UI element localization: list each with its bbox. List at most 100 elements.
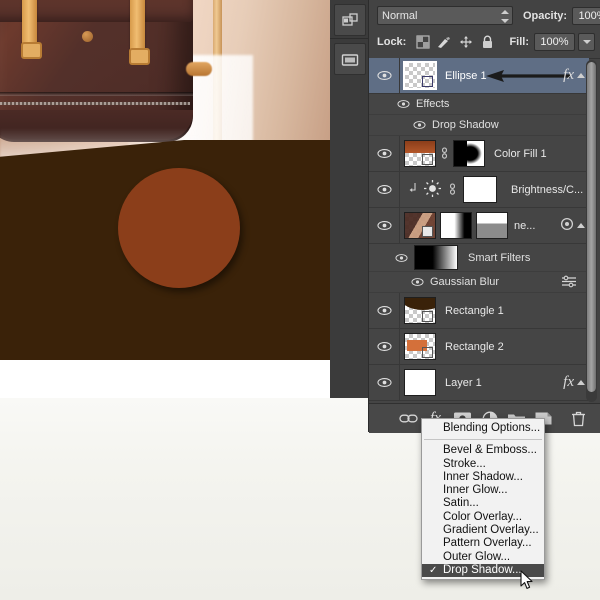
vector-badge bbox=[422, 347, 433, 358]
menu-item-inner-shadow[interactable]: Inner Shadow... bbox=[422, 471, 544, 484]
lock-image-pixels-icon[interactable] bbox=[435, 33, 454, 51]
layer-name[interactable]: Color Fill 1 bbox=[494, 148, 547, 160]
fx-icon[interactable]: fx bbox=[563, 374, 574, 391]
layers-scrollbar[interactable] bbox=[586, 60, 597, 402]
smart-filters-row[interactable]: Smart Filters bbox=[369, 244, 589, 272]
link-layers-button[interactable] bbox=[396, 408, 421, 430]
expand-effects-icon[interactable] bbox=[577, 73, 585, 78]
opacity-input[interactable]: 100% bbox=[572, 6, 600, 25]
layer-thumbnails bbox=[400, 176, 497, 203]
mask-link-icon[interactable] bbox=[447, 183, 458, 197]
layer-name[interactable]: ne... bbox=[514, 220, 535, 232]
layer-row-rectangle-1[interactable]: Rectangle 1 bbox=[369, 293, 589, 329]
layer-thumbnail[interactable] bbox=[403, 61, 437, 90]
layer-thumbnail[interactable] bbox=[404, 369, 436, 396]
menu-item-outer-glow[interactable]: Outer Glow... bbox=[422, 551, 544, 564]
menu-item-color-overlay[interactable]: Color Overlay... bbox=[422, 511, 544, 524]
layer-row-ellipse-1[interactable]: Ellipse 1 fx bbox=[369, 58, 589, 94]
fx-icon[interactable]: fx bbox=[563, 67, 574, 84]
menu-item-label: Outer Glow... bbox=[443, 550, 511, 563]
history-panel-icon[interactable] bbox=[334, 4, 366, 36]
visibility-toggle[interactable] bbox=[369, 208, 400, 243]
layer-row-layer-1[interactable]: Layer 1 fx bbox=[369, 365, 589, 401]
layer-thumbnail[interactable] bbox=[404, 333, 436, 360]
layer-mask-thumbnail[interactable] bbox=[453, 140, 485, 167]
layer-thumbnail[interactable] bbox=[404, 212, 436, 239]
menu-item-label: Color Overlay... bbox=[443, 510, 523, 523]
layer-mask-thumbnail[interactable] bbox=[440, 212, 472, 239]
layer-name[interactable]: Ellipse 1 bbox=[445, 70, 487, 82]
mouse-cursor-icon bbox=[520, 570, 533, 589]
layer-row-color-fill-1[interactable]: Color Fill 1 bbox=[369, 136, 589, 172]
eye-icon bbox=[376, 185, 392, 194]
menu-item-label: Inner Glow... bbox=[443, 484, 508, 497]
folder-panel-icon[interactable] bbox=[334, 43, 366, 75]
layer-name[interactable]: Rectangle 2 bbox=[445, 341, 504, 353]
document-canvas[interactable] bbox=[0, 0, 368, 398]
layer-thumbnail[interactable] bbox=[404, 140, 436, 167]
expand-effects-icon[interactable] bbox=[577, 380, 585, 385]
menu-item-inner-glow[interactable]: Inner Glow... bbox=[422, 484, 544, 497]
vector-badge bbox=[422, 311, 433, 322]
visibility-toggle[interactable] bbox=[369, 58, 400, 93]
menu-item-pattern-overlay[interactable]: Pattern Overlay... bbox=[422, 537, 544, 550]
checkmark-icon: ✓ bbox=[429, 564, 438, 576]
smart-filters-label: Smart Filters bbox=[468, 251, 531, 264]
menu-separator bbox=[424, 439, 542, 441]
layer-fx-group[interactable]: fx bbox=[563, 58, 585, 93]
drop-shadow-label: Drop Shadow bbox=[432, 119, 499, 131]
layer-row-rectangle-2[interactable]: Rectangle 2 bbox=[369, 329, 589, 365]
smart-filter-mask-thumbnail[interactable] bbox=[414, 245, 458, 270]
brightness-icon[interactable] bbox=[423, 179, 442, 201]
layer-thumbnails bbox=[400, 333, 436, 360]
effect-row-drop-shadow[interactable]: Drop Shadow bbox=[369, 115, 589, 136]
visibility-toggle[interactable] bbox=[369, 293, 400, 328]
photoshop-window: Normal Opacity: 100% Lock: bbox=[0, 0, 600, 600]
menu-item-blending-options[interactable]: Blending Options... bbox=[422, 422, 544, 435]
visibility-toggle[interactable] bbox=[369, 329, 400, 364]
eye-icon bbox=[376, 306, 392, 315]
filter-settings-icon[interactable] bbox=[561, 275, 577, 291]
menu-item-satin[interactable]: Satin... bbox=[422, 497, 544, 510]
layer-thumbnails bbox=[400, 140, 485, 167]
visibility-toggle[interactable] bbox=[369, 365, 400, 400]
layers-scrollbar-thumb[interactable] bbox=[587, 62, 596, 392]
layer-name[interactable]: Brightness/C... bbox=[511, 184, 583, 196]
menu-item-stroke[interactable]: Stroke... bbox=[422, 458, 544, 471]
delete-layer-button[interactable] bbox=[566, 408, 591, 430]
blend-mode-select[interactable]: Normal bbox=[377, 6, 513, 25]
smart-filter-mask-thumbnail[interactable] bbox=[476, 212, 508, 239]
lock-row: Lock: Fill: 100% bbox=[377, 33, 595, 51]
layer-fx-group[interactable]: fx bbox=[563, 365, 585, 400]
fill-input[interactable]: 100% bbox=[534, 33, 575, 51]
layer-list[interactable]: Ellipse 1 fx Effects Drop Shadow Color F… bbox=[369, 58, 589, 403]
vector-badge bbox=[422, 76, 433, 87]
smart-filter-row-gaussian-blur[interactable]: Gaussian Blur bbox=[369, 272, 589, 293]
menu-item-label: Gradient Overlay... bbox=[443, 524, 539, 537]
lock-position-icon[interactable] bbox=[456, 33, 475, 51]
layer-row-smart-object[interactable]: ne... bbox=[369, 208, 589, 244]
lock-transparent-pixels-icon[interactable] bbox=[413, 33, 432, 51]
layer-name[interactable]: Rectangle 1 bbox=[445, 305, 504, 317]
menu-item-label: Pattern Overlay... bbox=[443, 537, 532, 550]
fill-dropdown-button[interactable] bbox=[578, 33, 595, 51]
layer-thumbnail[interactable] bbox=[404, 297, 436, 324]
effects-group-row[interactable]: Effects bbox=[369, 94, 589, 115]
layer-style-context-menu[interactable]: Blending Options... Bevel & Emboss... St… bbox=[421, 418, 545, 581]
menu-item-label: Inner Shadow... bbox=[443, 470, 523, 483]
layer-fx-group[interactable] bbox=[560, 208, 585, 243]
layer-name[interactable]: Layer 1 bbox=[445, 377, 482, 389]
layer-row-brightness-contrast[interactable]: Brightness/C... bbox=[369, 172, 589, 208]
lock-all-icon[interactable] bbox=[478, 33, 497, 51]
ellipse-shape[interactable] bbox=[118, 168, 240, 288]
menu-item-bevel-emboss[interactable]: Bevel & Emboss... bbox=[422, 444, 544, 457]
blend-row: Normal Opacity: 100% bbox=[377, 6, 600, 25]
visibility-toggle[interactable] bbox=[369, 172, 400, 207]
mask-link-icon[interactable] bbox=[439, 147, 450, 161]
expand-effects-icon[interactable] bbox=[577, 223, 585, 228]
smart-filter-icon[interactable] bbox=[560, 217, 574, 234]
visibility-toggle[interactable] bbox=[369, 136, 400, 171]
layer-mask-thumbnail[interactable] bbox=[463, 176, 497, 203]
menu-item-gradient-overlay[interactable]: Gradient Overlay... bbox=[422, 524, 544, 537]
menu-item-label: Satin... bbox=[443, 497, 479, 510]
